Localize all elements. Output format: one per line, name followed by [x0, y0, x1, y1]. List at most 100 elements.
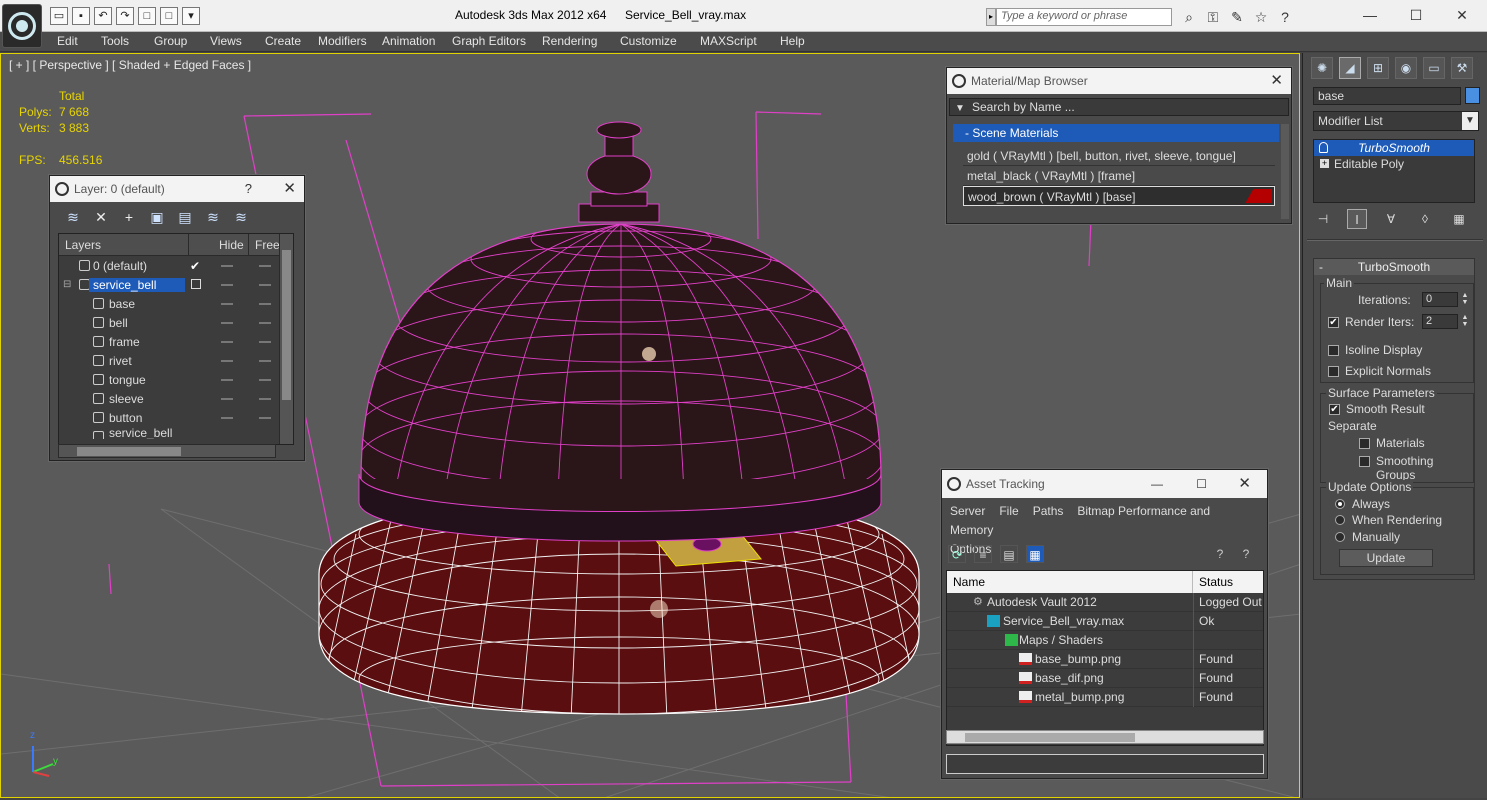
project-folder-icon[interactable]: □ — [138, 7, 156, 25]
material-item[interactable]: metal_black ( VRayMtl ) [frame] — [963, 166, 1275, 186]
update-button[interactable]: Update — [1339, 549, 1433, 567]
asset-row[interactable]: base_dif.png Found — [947, 669, 1263, 688]
redo-icon[interactable]: ↷ — [116, 7, 134, 25]
layer-row[interactable]: sleeve — [59, 389, 293, 408]
keyword-search-input[interactable]: Type a keyword or phrase — [996, 8, 1172, 26]
pin-stack-icon[interactable]: ⊣ — [1313, 209, 1333, 229]
asset-row[interactable]: ⚙ Autodesk Vault 2012 Logged Out — [947, 593, 1263, 612]
set-current-box-icon[interactable] — [191, 279, 201, 289]
scene-materials-group[interactable]: - Scene Materials — [953, 124, 1279, 142]
smooth-result-checkbox[interactable]: ✔ — [1329, 404, 1340, 415]
layer-row[interactable]: ⊟ service_bell — [59, 275, 293, 294]
menu-create[interactable]: Create — [265, 34, 301, 48]
object-color-swatch[interactable] — [1465, 87, 1480, 104]
collapse-icon[interactable]: ⊟ — [63, 279, 71, 290]
asset-menu-bitmap-performance[interactable]: Bitmap Performance and Memory — [950, 504, 1210, 537]
add-to-layer-icon[interactable]: + — [120, 208, 138, 226]
maximize-icon[interactable]: ☐ — [1196, 470, 1207, 498]
help-icon[interactable]: ? — [1211, 545, 1229, 563]
explicit-normals-checkbox[interactable] — [1328, 366, 1339, 377]
current-layer-check-icon[interactable]: ✔ — [190, 259, 200, 273]
menu-graph-editors[interactable]: Graph Editors — [452, 34, 526, 48]
col-status[interactable]: Status — [1193, 571, 1233, 593]
menu-views[interactable]: Views — [210, 34, 242, 48]
asset-path-field[interactable] — [946, 754, 1264, 774]
asset-row[interactable]: Maps / Shaders — [947, 631, 1263, 650]
object-name-input[interactable]: base — [1313, 87, 1461, 105]
refresh-icon[interactable]: ⟳ — [948, 545, 966, 563]
table-view-icon[interactable]: ▦ — [1026, 545, 1044, 563]
highlight-layer-icon[interactable]: ▤ — [176, 208, 194, 226]
layer-row[interactable]: button — [59, 408, 293, 427]
layer-row[interactable]: rivet — [59, 351, 293, 370]
asset-menu-paths[interactable]: Paths — [1033, 504, 1064, 518]
thumbnail-view-icon[interactable]: ▤ — [1000, 545, 1018, 563]
stack-item-editable-poly[interactable]: + Editable Poly — [1314, 156, 1474, 172]
help-icon[interactable]: ? — [1276, 8, 1294, 26]
asset-tracking-titlebar[interactable]: Asset Tracking — ☐ ✕ — [942, 470, 1267, 498]
expand-icon[interactable]: + — [1320, 159, 1329, 168]
hide-all-layers-icon[interactable]: ≋ — [204, 208, 222, 226]
motion-tab-icon[interactable]: ◉ — [1395, 57, 1417, 79]
layer-row[interactable]: 0 (default) ✔ — [59, 256, 293, 275]
favorites-star-icon[interactable]: ☆ — [1252, 8, 1270, 26]
iterations-spinner[interactable]: 0 — [1422, 292, 1458, 307]
menu-rendering[interactable]: Rendering — [542, 34, 597, 48]
close-icon[interactable]: ✕ — [1238, 470, 1251, 498]
layer-row[interactable]: frame — [59, 332, 293, 351]
minimize-button[interactable]: — — [1347, 4, 1393, 26]
asset-menu-file[interactable]: File — [999, 504, 1018, 518]
create-layer-icon[interactable]: ≋ — [64, 208, 82, 226]
layer-row[interactable]: service_bell — [59, 427, 293, 439]
close-icon[interactable]: ✕ — [283, 176, 296, 202]
undo-icon[interactable]: ↶ — [94, 7, 112, 25]
material-search-input[interactable]: ▼ Search by Name ... — [949, 98, 1289, 116]
remove-modifier-icon[interactable]: ◊ — [1415, 209, 1435, 229]
menu-help[interactable]: Help — [780, 34, 805, 48]
display-tab-icon[interactable]: ▭ — [1423, 57, 1445, 79]
freeze-all-layers-icon[interactable]: ≋ — [232, 208, 250, 226]
layer-row[interactable]: base — [59, 294, 293, 313]
material-item-selected[interactable]: wood_brown ( VRayMtl ) [base] — [963, 186, 1275, 206]
render-iters-spinner[interactable]: 2 — [1422, 314, 1458, 329]
update-manually-radio[interactable] — [1335, 532, 1345, 542]
create-tab-icon[interactable]: ✺ — [1311, 57, 1333, 79]
update-when-rendering-radio[interactable] — [1335, 515, 1345, 525]
close-icon[interactable]: ✕ — [1270, 68, 1283, 94]
configure-modifier-sets-icon[interactable]: ▦ — [1449, 209, 1469, 229]
col-hide[interactable]: Hide — [213, 234, 249, 255]
menu-customize[interactable]: Customize — [620, 34, 677, 48]
make-unique-icon[interactable]: ∀ — [1381, 209, 1401, 229]
close-button[interactable]: ✕ — [1439, 4, 1485, 26]
asset-menu-server[interactable]: Server — [950, 504, 985, 518]
render-iters-checkbox[interactable]: ✔ — [1328, 317, 1339, 328]
modifier-list-dropdown[interactable]: Modifier List ▼ — [1313, 111, 1479, 131]
menu-modifiers[interactable]: Modifiers — [318, 34, 367, 48]
menu-animation[interactable]: Animation — [382, 34, 435, 48]
open-file-icon[interactable]: ▭ — [50, 7, 68, 25]
material-browser-titlebar[interactable]: Material/Map Browser ✕ — [947, 68, 1291, 94]
viewport-label[interactable]: [ + ] [ Perspective ] [ Shaded + Edged F… — [9, 58, 251, 72]
material-item[interactable]: gold ( VRayMtl ) [bell, button, rivet, s… — [963, 146, 1275, 166]
select-objects-icon[interactable]: ▣ — [148, 208, 166, 226]
render-iters-spinner-arrows[interactable]: ▲ ▼ — [1460, 314, 1470, 329]
app-menu-button[interactable] — [2, 4, 42, 48]
menu-tools[interactable]: Tools — [101, 34, 129, 48]
delete-layer-icon[interactable]: ✕ — [92, 208, 110, 226]
minimize-icon[interactable]: — — [1151, 470, 1163, 498]
modify-tab-icon[interactable]: ◢ — [1339, 57, 1361, 79]
lightbulb-icon[interactable] — [1319, 142, 1328, 153]
menu-maxscript[interactable]: MAXScript — [700, 34, 757, 48]
update-always-radio[interactable] — [1335, 499, 1345, 509]
asset-row[interactable]: base_bump.png Found — [947, 650, 1263, 669]
context-help-icon[interactable]: ? — [1237, 545, 1255, 563]
layer-row[interactable]: bell — [59, 313, 293, 332]
material-browser-scrollbar[interactable] — [1281, 124, 1289, 219]
show-end-result-icon[interactable]: Ⅰ — [1347, 209, 1367, 229]
layer-list-horizontal-scrollbar[interactable] — [58, 444, 276, 458]
asset-row[interactable]: metal_bump.png Found — [947, 688, 1263, 707]
maximize-button[interactable]: ☐ — [1393, 4, 1439, 26]
list-view-icon[interactable]: ≡ — [974, 545, 992, 563]
asset-row[interactable]: Service_Bell_vray.max Ok — [947, 612, 1263, 631]
search-options-icon[interactable]: ▼ — [955, 101, 965, 117]
